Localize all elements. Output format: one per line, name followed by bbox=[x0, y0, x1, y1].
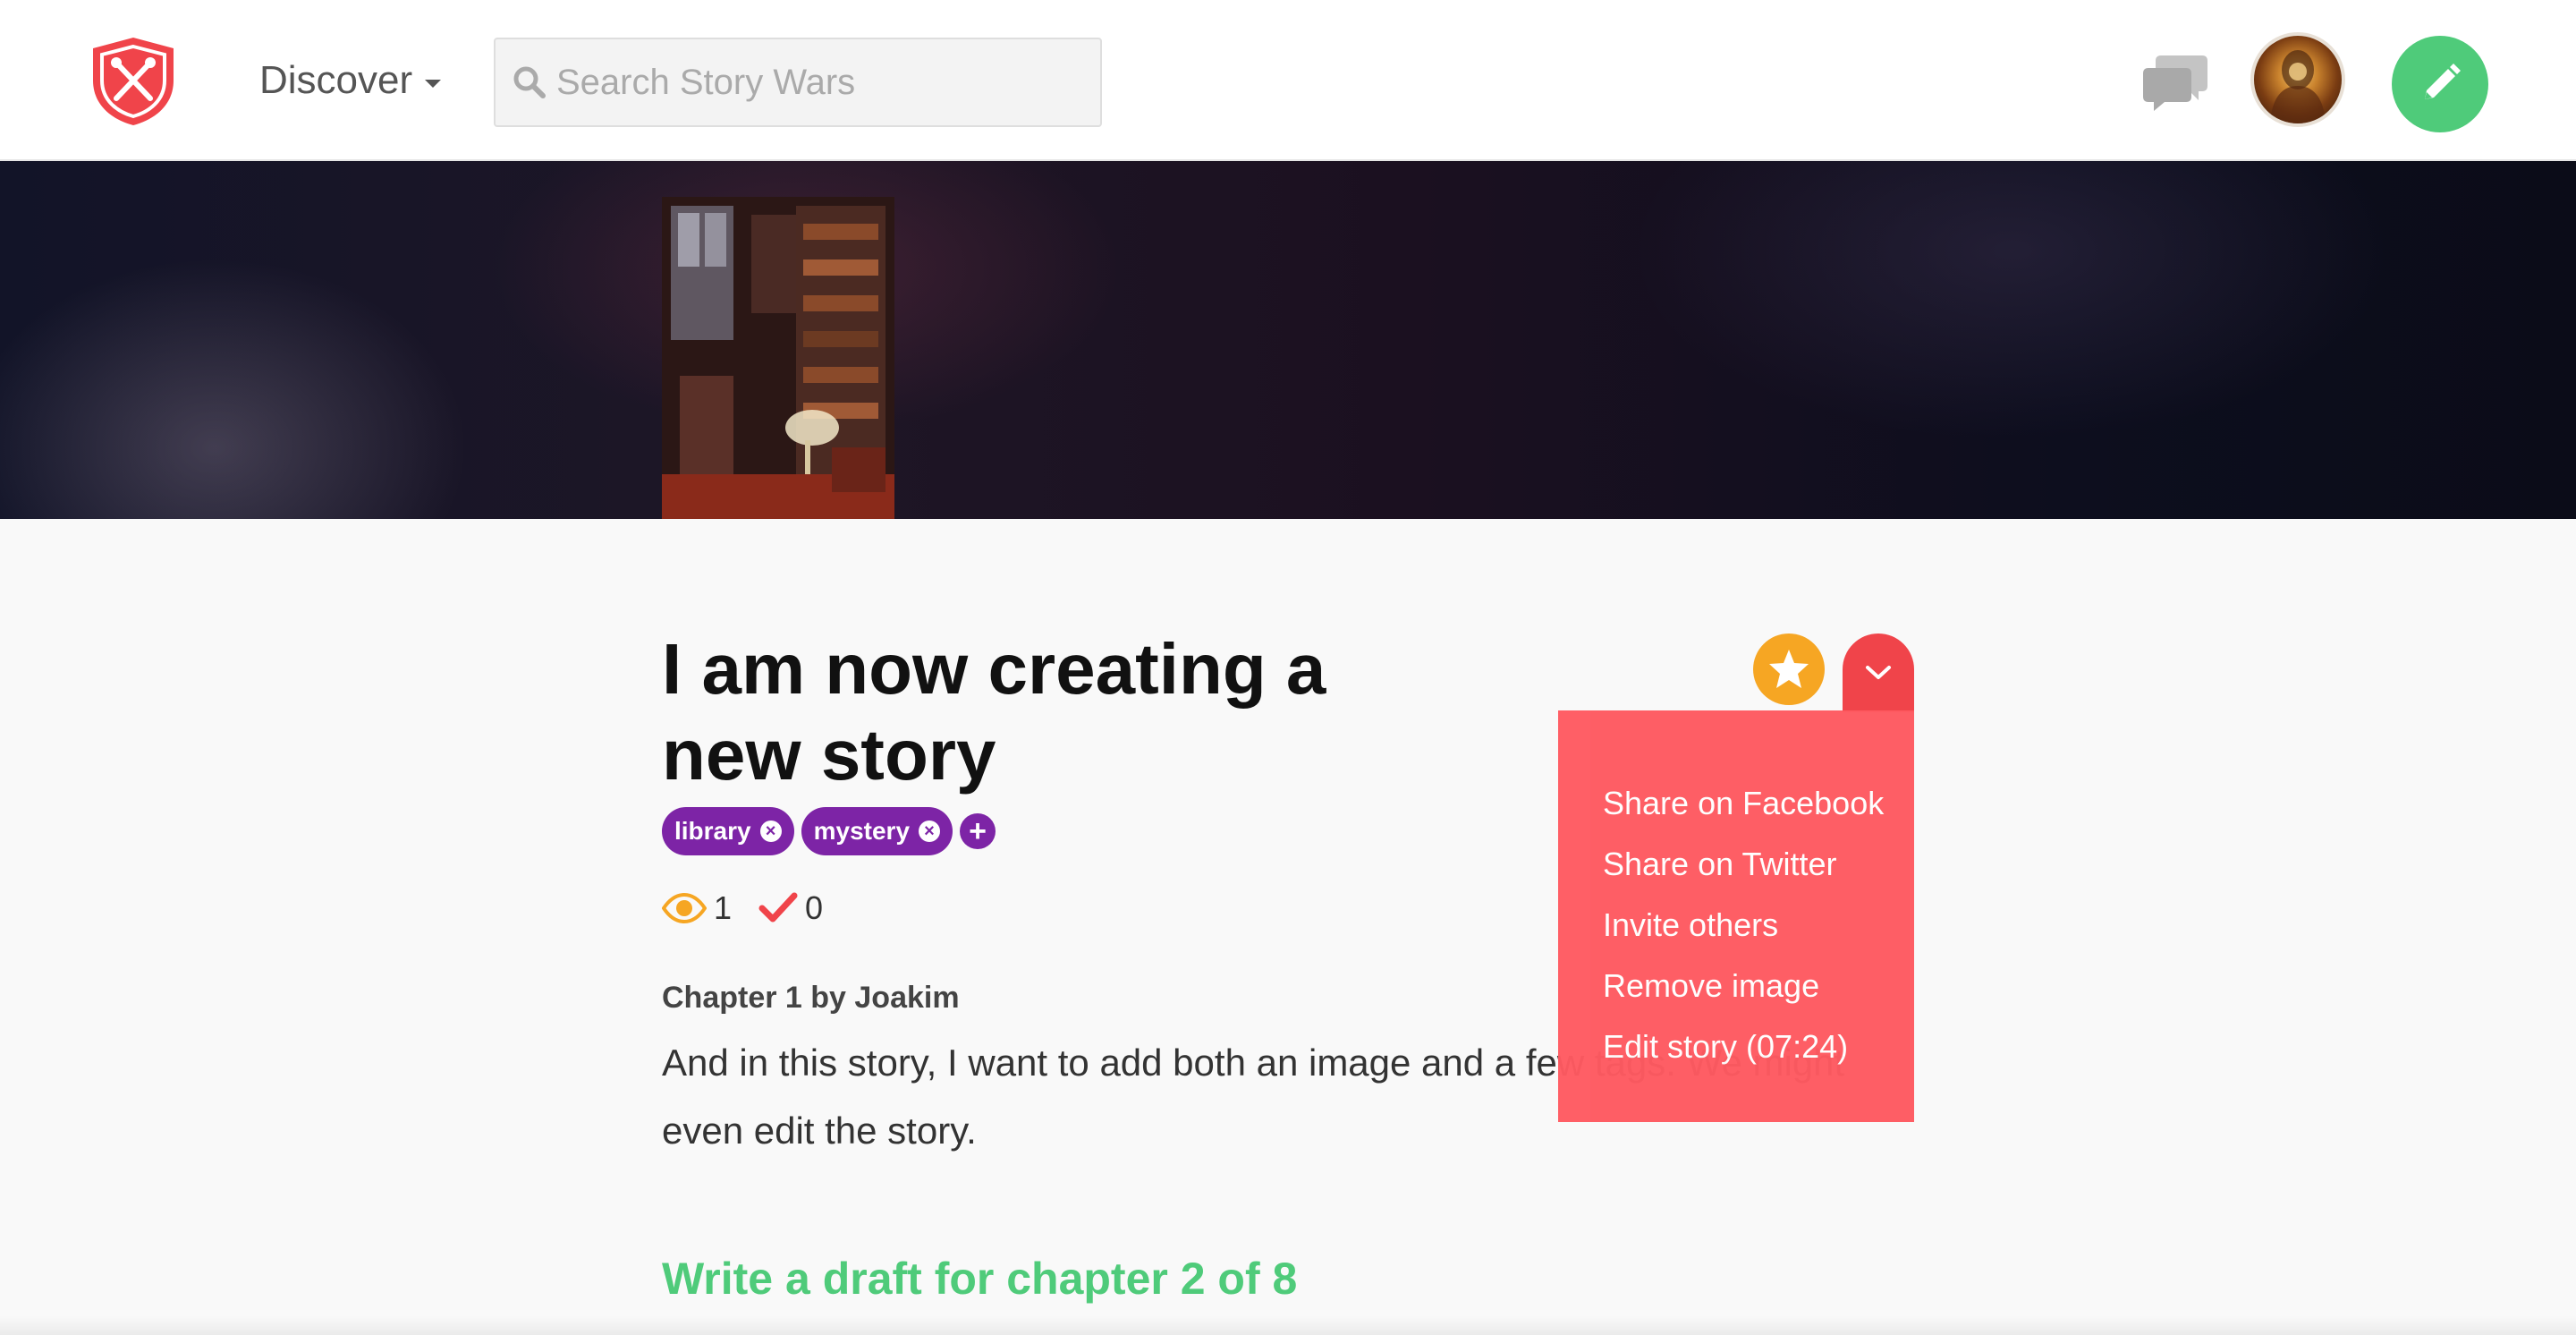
remove-image-item[interactable]: Remove image bbox=[1558, 956, 1914, 1016]
pencil-icon bbox=[2425, 64, 2461, 99]
discover-menu[interactable]: Discover bbox=[259, 54, 442, 107]
favorite-button[interactable] bbox=[1753, 633, 1825, 705]
chevron-down-icon bbox=[425, 79, 442, 88]
close-icon[interactable]: × bbox=[759, 821, 782, 842]
chapter-label: Chapter 1 by Joakim bbox=[662, 981, 960, 1015]
chevron-down-icon bbox=[1866, 666, 1891, 679]
shield-logo-icon[interactable] bbox=[89, 36, 177, 127]
story-cover-image[interactable] bbox=[662, 197, 894, 519]
story-title: I am now creating a new story bbox=[662, 629, 1326, 795]
votes-count: 0 bbox=[805, 889, 824, 926]
write-story-button[interactable] bbox=[2392, 36, 2488, 132]
search-box[interactable] bbox=[494, 38, 1102, 127]
bottom-shadow bbox=[0, 1315, 2576, 1335]
user-avatar[interactable] bbox=[2250, 32, 2345, 127]
top-header: Discover bbox=[0, 0, 2576, 161]
story-stats: 1 0 bbox=[662, 886, 850, 931]
tag-label: mystery bbox=[813, 817, 911, 845]
share-facebook-item[interactable]: Share on Facebook bbox=[1558, 773, 1914, 834]
tag-label: library bbox=[674, 817, 751, 845]
edit-story-item[interactable]: Edit story (07:24) bbox=[1558, 1016, 1914, 1077]
tag-mystery[interactable]: mystery × bbox=[801, 807, 953, 855]
search-input[interactable] bbox=[556, 42, 1075, 123]
plus-icon[interactable]: + bbox=[960, 813, 996, 849]
chat-bubbles-icon[interactable] bbox=[2143, 50, 2209, 113]
discover-label: Discover bbox=[259, 58, 413, 102]
checkmark-icon bbox=[758, 892, 798, 923]
story-hero-banner bbox=[0, 161, 2576, 519]
story-menu-button[interactable] bbox=[1843, 633, 1914, 712]
search-icon bbox=[513, 66, 546, 98]
star-icon bbox=[1769, 650, 1809, 688]
write-draft-link[interactable]: Write a draft for chapter 2 of 8 bbox=[662, 1253, 1297, 1305]
tag-list: library × mystery × + bbox=[662, 807, 996, 855]
invite-others-item[interactable]: Invite others bbox=[1558, 895, 1914, 956]
tag-library[interactable]: library × bbox=[662, 807, 794, 855]
views-stat: 1 bbox=[662, 889, 732, 927]
share-twitter-item[interactable]: Share on Twitter bbox=[1558, 834, 1914, 895]
close-icon[interactable]: × bbox=[919, 821, 941, 842]
votes-stat: 0 bbox=[758, 889, 823, 927]
eye-icon bbox=[662, 893, 707, 923]
story-actions-dropdown: Share on Facebook Share on Twitter Invit… bbox=[1558, 710, 1914, 1122]
views-count: 1 bbox=[714, 889, 733, 926]
